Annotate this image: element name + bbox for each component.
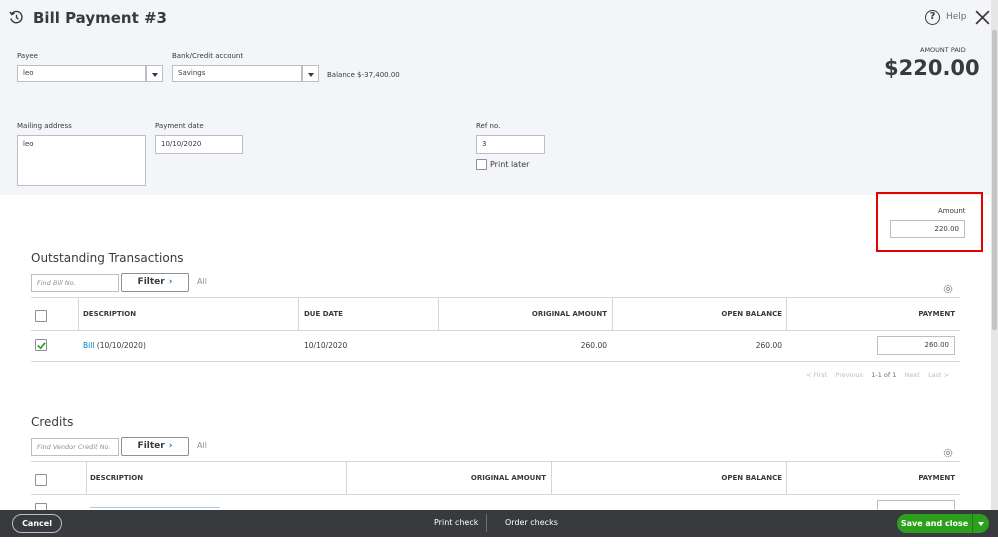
credit-row-partial xyxy=(90,507,220,508)
column-divider xyxy=(612,297,613,330)
bank-account-dropdown-button[interactable] xyxy=(302,65,319,82)
print-check-button[interactable]: Print check xyxy=(434,518,478,527)
col-due-date[interactable]: DUE DATE xyxy=(304,310,343,318)
pager-previous[interactable]: Previous xyxy=(835,371,862,379)
column-divider xyxy=(551,461,552,494)
col-payment[interactable]: PAYMENT xyxy=(790,474,955,482)
pager-first[interactable]: < First xyxy=(806,371,827,379)
col-open-balance[interactable]: OPEN BALANCE xyxy=(614,310,782,318)
filter-label: Filter xyxy=(137,441,165,451)
table-top-border xyxy=(31,461,960,462)
gear-icon[interactable] xyxy=(942,283,954,295)
ref-no-label: Ref no. xyxy=(476,122,501,130)
ref-no-input[interactable]: 3 xyxy=(476,135,545,154)
bill-description: Bill (10/10/2020) xyxy=(83,341,146,350)
col-description[interactable]: DESCRIPTION xyxy=(90,474,143,482)
col-original-amount[interactable]: ORIGINAL AMOUNT xyxy=(440,310,607,318)
select-all-bills-checkbox[interactable] xyxy=(35,310,47,322)
bill-row-checkbox[interactable] xyxy=(35,339,47,351)
col-payment[interactable]: PAYMENT xyxy=(790,310,955,318)
column-divider xyxy=(438,297,439,330)
order-checks-button[interactable]: Order checks xyxy=(505,518,558,527)
form-header-panel xyxy=(0,36,991,195)
bill-link[interactable]: Bill xyxy=(83,341,94,350)
amount-paid-label: AMOUNT PAID xyxy=(920,46,966,54)
chevron-right-icon: › xyxy=(168,277,173,287)
page-title: Bill Payment #3 xyxy=(33,9,167,27)
outstanding-all-label: All xyxy=(197,277,207,286)
bank-account-select[interactable]: Savings xyxy=(172,65,302,82)
cancel-button[interactable]: Cancel xyxy=(12,514,62,533)
outstanding-filter-button[interactable]: Filter › xyxy=(121,273,189,292)
help-link[interactable]: Help xyxy=(946,12,967,22)
table-top-border xyxy=(31,297,960,298)
find-bill-input[interactable]: Find Bill No. xyxy=(31,274,119,292)
bank-account-label: Bank/Credit account xyxy=(172,52,244,60)
outstanding-transactions-title: Outstanding Transactions xyxy=(31,251,184,265)
payment-date-label: Payment date xyxy=(155,122,204,130)
account-balance: Balance $-37,400.00 xyxy=(327,71,400,79)
print-later-label: Print later xyxy=(490,160,530,169)
bill-open-balance: 260.00 xyxy=(755,341,782,350)
close-icon[interactable] xyxy=(974,9,991,26)
caret-down-icon xyxy=(152,73,158,77)
select-all-credits-checkbox[interactable] xyxy=(35,474,47,486)
find-vendor-credit-input[interactable]: Find Vendor Credit No. xyxy=(31,438,119,456)
scrollbar-thumb[interactable] xyxy=(992,30,997,330)
pager-next[interactable]: Next xyxy=(905,371,920,379)
mailing-address-textarea[interactable]: leo xyxy=(17,135,146,186)
amount-paid-value: $220.00 xyxy=(884,56,980,80)
save-and-close-button[interactable]: Save and close xyxy=(897,514,972,533)
credits-title: Credits xyxy=(31,415,74,429)
column-divider xyxy=(298,297,299,330)
col-original-amount[interactable]: ORIGINAL AMOUNT xyxy=(350,474,546,482)
col-description[interactable]: DESCRIPTION xyxy=(83,310,136,318)
highlight-box xyxy=(876,192,983,252)
print-later-checkbox[interactable] xyxy=(476,159,487,170)
footer-divider xyxy=(486,514,487,532)
pager-range: 1-1 of 1 xyxy=(871,371,897,379)
history-icon[interactable] xyxy=(9,10,24,25)
header-bottom-border xyxy=(31,494,960,495)
payee-label: Payee xyxy=(17,52,38,60)
mailing-address-label: Mailing address xyxy=(17,122,72,130)
payee-select[interactable]: leo xyxy=(17,65,146,82)
column-divider xyxy=(346,461,347,494)
credits-all-label: All xyxy=(197,441,207,450)
pager: < First Previous 1-1 of 1 Next Last > xyxy=(806,371,949,379)
checkmark-icon xyxy=(37,342,46,350)
chevron-right-icon: › xyxy=(168,441,173,451)
column-divider xyxy=(786,461,787,494)
bill-due-date: 10/10/2020 xyxy=(304,341,348,350)
caret-down-icon xyxy=(308,73,314,77)
gear-icon[interactable] xyxy=(942,447,954,459)
payment-date-input[interactable]: 10/10/2020 xyxy=(155,135,243,154)
bill-date: (10/10/2020) xyxy=(94,341,146,350)
caret-down-icon xyxy=(978,522,984,526)
column-divider xyxy=(78,297,79,330)
filter-label: Filter xyxy=(137,277,165,287)
pager-last[interactable]: Last > xyxy=(928,371,949,379)
col-open-balance[interactable]: OPEN BALANCE xyxy=(555,474,782,482)
footer-bar xyxy=(0,510,998,537)
bill-original-amount: 260.00 xyxy=(580,341,607,350)
credits-filter-button[interactable]: Filter › xyxy=(121,437,189,456)
payee-dropdown-button[interactable] xyxy=(146,65,163,82)
bottom-strip xyxy=(0,537,998,544)
row-bottom-border xyxy=(31,361,960,362)
help-icon[interactable]: ? xyxy=(925,10,940,25)
column-divider xyxy=(86,461,87,494)
column-divider xyxy=(786,297,787,330)
bill-payment-input[interactable]: 260.00 xyxy=(877,336,955,355)
